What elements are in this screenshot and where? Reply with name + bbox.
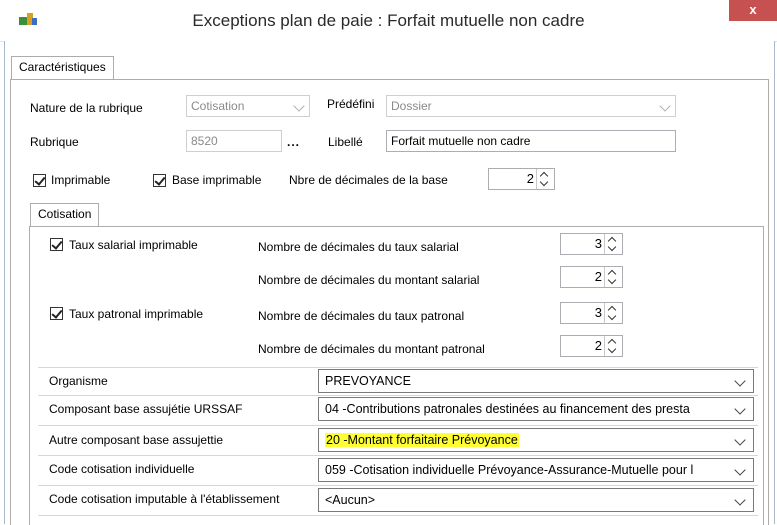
chevron-down-icon	[734, 494, 746, 506]
chevron-down-icon	[607, 275, 617, 285]
spin-buttons[interactable]	[604, 336, 622, 356]
libelle-label: Libellé	[328, 135, 363, 149]
base-imprimable-checkbox[interactable]	[153, 174, 166, 187]
taux-patronal-checkbox[interactable]	[50, 307, 63, 320]
autre-composant-value: 20 -Montant forfaitaire Prévoyance	[325, 433, 519, 447]
nbre-decimales-base-label: Nbre de décimales de la base	[289, 173, 448, 187]
code-imputable-label: Code cotisation imputable à l'établissem…	[49, 492, 280, 506]
chevron-down-icon	[607, 242, 617, 252]
taux-salarial-label: Taux salarial imprimable	[69, 238, 198, 252]
rubrique-value: 8520	[191, 134, 218, 148]
taux-patronal-label: Taux patronal imprimable	[69, 307, 204, 321]
dec-taux-salarial-stepper[interactable]: 3	[560, 233, 623, 255]
chevron-down-icon	[607, 344, 617, 354]
code-imputable-value: <Aucun>	[325, 493, 376, 507]
grid-line	[38, 515, 758, 516]
close-button[interactable]: x	[729, 0, 777, 21]
chevron-down-icon	[734, 375, 746, 387]
dec-taux-patronal-value: 3	[594, 305, 602, 320]
dec-montant-salarial-stepper[interactable]: 2	[560, 266, 623, 288]
dec-montant-patronal-stepper[interactable]: 2	[560, 335, 623, 357]
dec-montant-patronal-value: 2	[594, 338, 602, 353]
libelle-input[interactable]: Forfait mutuelle non cadre	[386, 130, 676, 152]
dec-taux-patronal-label: Nombre de décimales du taux patronal	[258, 309, 465, 323]
rubrique-input[interactable]: 8520	[186, 130, 282, 152]
check-icon	[51, 307, 63, 319]
spin-buttons[interactable]	[536, 169, 554, 189]
tab-cotisation[interactable]: Cotisation	[30, 203, 100, 227]
rubrique-label: Rubrique	[30, 135, 79, 149]
nature-select[interactable]: Cotisation	[186, 95, 310, 117]
dec-taux-patronal-stepper[interactable]: 3	[560, 302, 623, 324]
organisme-label: Organisme	[49, 374, 108, 388]
code-individuelle-select[interactable]: 059 -Cotisation individuelle Prévoyance-…	[318, 458, 754, 482]
nature-value: Cotisation	[191, 99, 245, 113]
composant-urssaf-value: 04 -Contributions patronales destinées a…	[325, 402, 690, 416]
libelle-value: Forfait mutuelle non cadre	[391, 134, 531, 148]
chevron-down-icon	[539, 177, 549, 187]
grid-line	[38, 395, 758, 396]
chevron-down-icon	[659, 100, 671, 112]
autre-composant-label: Autre composant base assujettie	[49, 433, 224, 447]
nbre-decimales-base-value: 2	[526, 171, 534, 186]
dec-taux-salarial-value: 3	[594, 236, 602, 251]
composant-urssaf-select[interactable]: 04 -Contributions patronales destinées a…	[318, 397, 754, 421]
dec-taux-salarial-label: Nombre de décimales du taux salarial	[258, 240, 459, 254]
code-individuelle-value: 059 -Cotisation individuelle Prévoyance-…	[325, 463, 694, 477]
taux-salarial-checkbox[interactable]	[50, 238, 63, 251]
organisme-select[interactable]: PREVOYANCE	[318, 369, 754, 393]
dec-montant-patronal-label: Nombre de décimales du montant patronal	[258, 342, 485, 356]
dec-montant-salarial-label: Nombre de décimales du montant salarial	[258, 273, 480, 287]
composant-urssaf-label: Composant base assujétie URSSAF	[49, 402, 243, 416]
spin-buttons[interactable]	[604, 267, 622, 287]
tab-caracteristiques[interactable]: Caractéristiques	[11, 56, 114, 79]
predefini-select[interactable]: Dossier	[386, 95, 676, 117]
organisme-value: PREVOYANCE	[325, 374, 411, 388]
spin-buttons[interactable]	[604, 234, 622, 254]
imprimable-label: Imprimable	[51, 173, 111, 187]
grid-line	[38, 455, 758, 456]
grid-line	[38, 485, 758, 486]
predefini-value: Dossier	[391, 99, 432, 113]
base-imprimable-label: Base imprimable	[172, 173, 262, 187]
window-title: Exceptions plan de paie : Forfait mutuel…	[192, 11, 585, 30]
check-icon	[34, 174, 46, 186]
dec-montant-salarial-value: 2	[594, 269, 602, 284]
predefini-label: Prédéfini	[327, 97, 375, 111]
nbre-decimales-base-stepper[interactable]: 2	[488, 168, 555, 190]
chevron-down-icon	[293, 100, 305, 112]
imprimable-checkbox[interactable]	[33, 174, 46, 187]
grid-line	[38, 367, 758, 368]
rubrique-browse-button[interactable]: ...	[287, 135, 300, 149]
grid-line	[38, 425, 758, 426]
spin-buttons[interactable]	[604, 303, 622, 323]
code-individuelle-label: Code cotisation individuelle	[49, 462, 195, 476]
chevron-down-icon	[734, 403, 746, 415]
code-imputable-select[interactable]: <Aucun>	[318, 488, 754, 512]
autre-composant-select[interactable]: 20 -Montant forfaitaire Prévoyance	[318, 428, 754, 452]
check-icon	[154, 174, 166, 186]
chevron-down-icon	[607, 311, 617, 321]
nature-label: Nature de la rubrique	[30, 101, 143, 115]
check-icon	[51, 238, 63, 250]
chevron-down-icon	[734, 434, 746, 446]
chevron-down-icon	[734, 464, 746, 476]
